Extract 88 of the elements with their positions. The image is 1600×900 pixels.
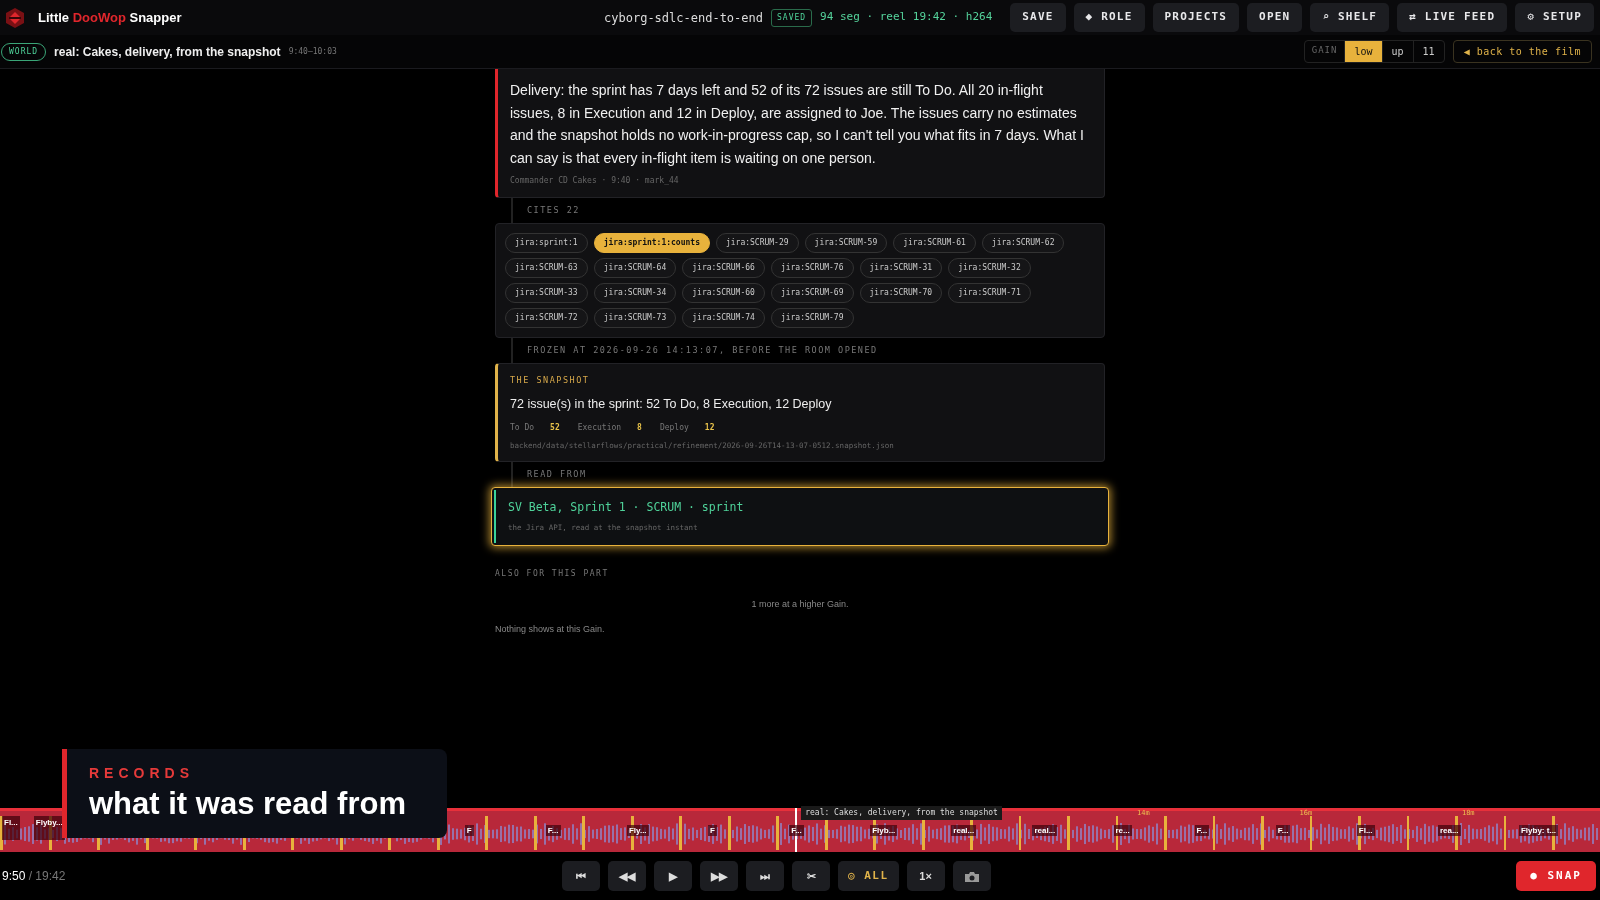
- citation-chip[interactable]: jira:SCRUM-70: [859, 282, 943, 303]
- segment-label[interactable]: Fly...: [626, 825, 649, 836]
- player-button[interactable]: ▶: [654, 861, 692, 891]
- more-note: 1 more at a higher Gain.: [750, 597, 850, 611]
- stat-value: 8: [637, 423, 642, 432]
- citation-chip[interactable]: jira:SCRUM-61: [893, 232, 976, 253]
- playback-time: 9:50 / 19:42: [2, 868, 67, 885]
- citation-chip[interactable]: jira:SCRUM-62: [981, 232, 1065, 253]
- camera-icon: [963, 870, 980, 883]
- saved-badge: SAVED: [771, 8, 813, 27]
- stat-value: 52: [550, 423, 560, 432]
- citation-chip[interactable]: jira:SCRUM-64: [593, 257, 677, 278]
- caption-kicker: RECORDS: [89, 764, 195, 784]
- empty-note: Nothing shows at this Gain.: [495, 623, 606, 636]
- camera-button[interactable]: [952, 861, 991, 891]
- player-button[interactable]: ⏮: [562, 861, 600, 891]
- segment-label[interactable]: re...: [1113, 825, 1132, 836]
- citation-chip[interactable]: jira:sprint:1:counts: [593, 232, 710, 253]
- stat-value: 12: [704, 423, 715, 432]
- scene-title: real: Cakes, delivery, from the snapshot: [54, 43, 281, 61]
- toolbar-button[interactable]: ⇄ LIVE FEED: [1397, 3, 1508, 32]
- snapshot-summary: 72 issue(s) in the sprint: 52 To Do, 8 Execution, 12 Deploy: [510, 396, 833, 414]
- message-meta: Commander CD Cakes · 9:40 · mark_44: [510, 175, 680, 187]
- stat-label: To Do: [510, 423, 535, 432]
- citation-chip[interactable]: jira:SCRUM-71: [948, 282, 1031, 303]
- app-title: Little DooWop Snapper: [38, 8, 182, 27]
- player-button[interactable]: ⏭: [746, 861, 784, 891]
- citation-chip[interactable]: jira:SCRUM-29: [715, 232, 799, 253]
- toolbar-button[interactable]: ⚙ SETUP: [1515, 3, 1594, 32]
- player-button[interactable]: ◀◀: [608, 861, 646, 891]
- stat-label: Execution: [577, 423, 622, 432]
- toolbar-button[interactable]: ⌕ SHELF: [1310, 3, 1390, 32]
- player-button[interactable]: ▶▶: [700, 861, 738, 891]
- citation-chip[interactable]: jira:SCRUM-66: [682, 257, 765, 278]
- snap-button[interactable]: ● SNAP: [1516, 861, 1596, 891]
- section-label: ALSO FOR THIS PART: [495, 567, 610, 580]
- filter-button[interactable]: ◎ ALL: [838, 861, 899, 891]
- citation-chip[interactable]: jira:SCRUM-79: [770, 307, 854, 328]
- section-label: FROZEN AT 2026-09-26 14:13:07, BEFORE THE ROOM OPENED: [527, 344, 878, 355]
- gain-option[interactable]: up: [1381, 41, 1413, 62]
- citation-chip[interactable]: jira:SCRUM-76: [770, 257, 854, 278]
- segment-label[interactable]: F: [464, 825, 474, 836]
- segment-label[interactable]: F: [708, 825, 717, 836]
- segment-label[interactable]: F...: [1275, 825, 1291, 836]
- project-info: 94 seg · reel 19:42 · h264: [820, 9, 993, 26]
- card-heading: THE SNAPSHOT: [510, 373, 591, 387]
- citation-chip[interactable]: jira:SCRUM-73: [593, 307, 677, 328]
- gain-option[interactable]: low: [1344, 41, 1382, 62]
- stat-label: Deploy: [659, 423, 689, 432]
- player-button[interactable]: ✂: [792, 861, 830, 891]
- speed-button[interactable]: 1×: [906, 861, 945, 891]
- back-button[interactable]: ◀ back to the film: [1452, 40, 1592, 63]
- citation-chip[interactable]: jira:SCRUM-31: [859, 257, 943, 278]
- toolbar-button[interactable]: PROJECTS: [1152, 3, 1240, 32]
- citation-chip[interactable]: jira:SCRUM-63: [505, 257, 588, 278]
- citation-chip[interactable]: jira:SCRUM-32: [948, 257, 1031, 278]
- citation-chip[interactable]: jira:SCRUM-72: [505, 307, 588, 328]
- toolbar-button[interactable]: OPEN: [1247, 3, 1303, 32]
- caption-title: what it was read from: [89, 786, 407, 822]
- citation-chip[interactable]: jira:SCRUM-69: [770, 282, 854, 303]
- section-label: READ FROM: [527, 469, 587, 480]
- segment-label[interactable]: F...: [1194, 825, 1210, 836]
- logo-icon: [4, 6, 26, 29]
- segment-label[interactable]: Flyb...: [870, 825, 898, 836]
- citation-chip[interactable]: jira:sprint:1: [505, 232, 588, 253]
- scene-time: 9:40–10:03: [288, 45, 337, 58]
- segment-label[interactable]: F...: [789, 825, 804, 836]
- gain-option[interactable]: 11: [1412, 41, 1444, 62]
- source-title: SV Beta, Sprint 1 · SCRUM · sprint: [508, 499, 745, 516]
- segment-label[interactable]: Fl...: [2, 816, 20, 840]
- segment-label[interactable]: Fl...: [1356, 825, 1375, 836]
- section-label: CITES 22: [527, 205, 580, 215]
- toolbar-button[interactable]: ◆ ROLE: [1073, 3, 1145, 32]
- citation-chip[interactable]: jira:SCRUM-74: [682, 307, 765, 328]
- segment-label[interactable]: real...: [951, 825, 977, 836]
- message-text: Delivery: the sprint has 7 days left and 52 of its 72 issues are still To Do. All 20 in-flight issues, 8 in Execution and 12 in Deploy, are assigned to Joe. The issues carry no estimates and the snapshot holds no work-in-progress cap, so I can't tell you what fits in 7 days. What I can say is that every in-flight item is waiting on one person.: [510, 81, 1085, 168]
- citation-chip[interactable]: jira:SCRUM-59: [804, 232, 888, 253]
- citation-chip[interactable]: jira:SCRUM-60: [682, 282, 765, 303]
- gain-label: GAIN: [1310, 44, 1339, 57]
- segment-label[interactable]: rea...: [1437, 825, 1461, 836]
- project-name: cyborg-sdlc-end-to-end: [604, 9, 763, 27]
- citation-chip[interactable]: jira:SCRUM-33: [505, 282, 588, 303]
- citation-chip[interactable]: jira:SCRUM-34: [593, 282, 677, 303]
- toolbar-button[interactable]: SAVE: [1010, 3, 1066, 32]
- segment-label[interactable]: real...: [1032, 825, 1058, 836]
- segment-label[interactable]: Flyby: t...: [1518, 825, 1559, 836]
- playhead-tooltip: real: Cakes, delivery, from the snapshot: [801, 806, 1002, 820]
- segment-label[interactable]: F...: [545, 825, 561, 836]
